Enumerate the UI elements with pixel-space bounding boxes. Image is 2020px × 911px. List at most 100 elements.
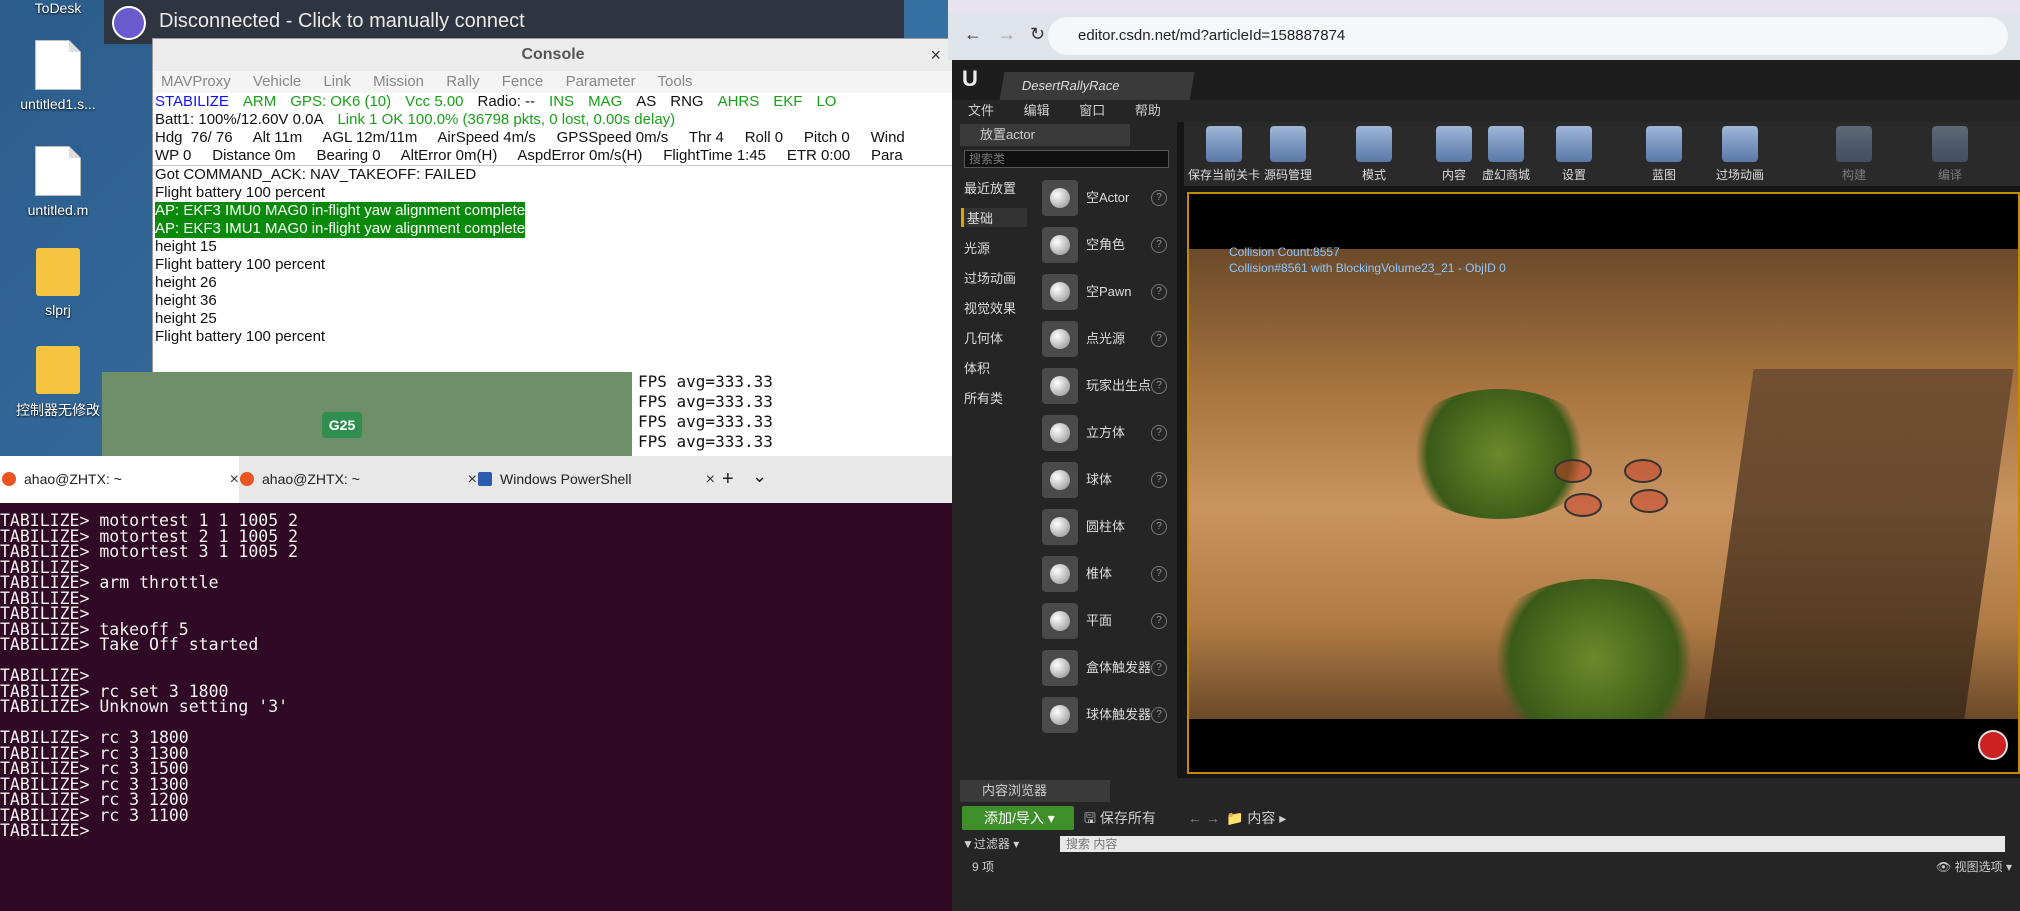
save-all-button[interactable]: 🖫 保存所有 [1084,806,1156,830]
toolbar-button[interactable]: 源码管理 [1248,124,1328,183]
menu-tools[interactable]: Tools [658,73,693,90]
help-icon[interactable]: ? [1151,472,1167,488]
new-tab-button[interactable]: + [722,468,734,491]
class-search-input[interactable]: 搜索类 [964,150,1169,168]
tab-dropdown-button[interactable]: ⌄ [752,466,767,487]
terminal-window[interactable]: ahao@ZHTX: ~ × ahao@ZHTX: ~ × Windows Po… [0,456,952,911]
menu-rally[interactable]: Rally [446,73,479,90]
history-arrows-icon[interactable]: ← → [1188,806,1220,830]
terminal-tab-powershell[interactable]: Windows PowerShell × [476,456,715,503]
help-icon[interactable]: ? [1151,284,1167,300]
drone-model [1554,459,1668,519]
view-options-button[interactable]: 👁 视图选项 ▾ [1936,858,2012,875]
menu-vehicle[interactable]: Vehicle [253,73,301,90]
category-item[interactable]: 光源 [964,238,1024,257]
category-item[interactable]: 几何体 [964,328,1024,347]
category-item[interactable]: 视觉效果 [964,298,1024,317]
actor-item-label: 圆柱体 [1086,519,1126,534]
actor-item[interactable]: 椎体? [1042,552,1177,596]
content-search-input[interactable]: 搜索 内容 [1060,836,2005,852]
log-highlight-text: AP: EKF3 IMU1 MAG0 in-flight yaw alignme… [155,220,526,238]
log-line: height 25 [155,310,953,328]
category-item[interactable]: 最近放置 [964,178,1024,197]
help-icon[interactable]: ? [1151,660,1167,676]
terminal-output[interactable]: TABILIZE> motortest 1 1 1005 2 TABILIZE> … [0,503,952,840]
record-icon[interactable] [1978,730,2008,760]
terminal-tab-2[interactable]: ahao@ZHTX: ~ × [238,456,477,503]
toolbar-button[interactable]: 模式 [1334,124,1414,183]
project-tab[interactable]: DesertRallyRace [999,72,1195,100]
forward-icon[interactable]: → [998,24,1016,45]
actor-item[interactable]: 立方体? [1042,411,1177,455]
desktop-icon-untitled-m[interactable]: untitled.m [8,146,108,218]
category-item[interactable]: 所有类 [964,388,1024,407]
content-browser-tab[interactable]: 内容浏览器 [960,780,1110,802]
toolbar-button[interactable]: 蓝图 [1624,124,1704,183]
actor-item[interactable]: 平面? [1042,599,1177,643]
vpn-status-text[interactable]: Disconnected - Click to manually connect [159,10,525,33]
back-icon[interactable]: ← [964,24,982,45]
help-icon[interactable]: ? [1151,707,1167,723]
category-item[interactable]: 基础 [961,208,1027,227]
menu-parameter[interactable]: Parameter [566,73,636,90]
menu-window[interactable]: 窗口 [1079,103,1105,118]
browser-tab-strip[interactable] [948,0,2020,12]
filter-button[interactable]: ▼过滤器 ▾ [962,834,1019,854]
help-icon[interactable]: ? [1151,519,1167,535]
toolbar-button-label: 过场动画 [1715,168,1764,182]
log-text: height 25 [155,310,217,327]
actor-item[interactable]: 点光源? [1042,317,1177,361]
map-view[interactable]: G25 [102,372,632,456]
actor-item[interactable]: 球体? [1042,458,1177,502]
close-icon[interactable]: × [930,39,941,71]
actor-item[interactable]: 球体触发器? [1042,693,1177,737]
menu-mission[interactable]: Mission [373,73,424,90]
actor-item[interactable]: 玩家出生点? [1042,364,1177,408]
help-icon[interactable]: ? [1151,613,1167,629]
log-line: Got COMMAND_ACK: NAV_TAKEOFF: FAILED [155,166,953,184]
close-icon[interactable]: × [706,456,715,503]
reload-icon[interactable]: ↻ [1030,24,1045,45]
content-browser-panel: 内容浏览器 添加/导入 ▾ 🖫 保存所有 ← → 📁 内容 ▸ ▼过滤器 ▾ 搜… [952,778,2020,911]
actor-item[interactable]: 盒体触发器? [1042,646,1177,690]
desktop-icon-controller[interactable]: 控制器无修改 [8,346,108,420]
menu-file[interactable]: 文件 [968,103,994,118]
help-icon[interactable]: ? [1151,566,1167,582]
toolbar-button-icon [1206,126,1242,162]
terminal-tab-1[interactable]: ahao@ZHTX: ~ × [0,456,239,503]
level-viewport[interactable]: Collision Count:8557 Collision#8561 with… [1187,192,2020,774]
actor-item[interactable]: 空角色? [1042,223,1177,267]
menu-help[interactable]: 帮助 [1135,103,1161,118]
terminal-line: TABILIZE> rc 3 1500 [0,759,189,778]
desktop-icon-label: untitled1.s... [20,96,96,112]
menu-link[interactable]: Link [323,73,351,90]
place-actor-tab[interactable]: 放置actor [960,124,1130,146]
actor-item[interactable]: 空Pawn? [1042,270,1177,314]
content-path-breadcrumb[interactable]: 📁 内容 ▸ [1226,806,1286,830]
toolbar-button[interactable]: 构建 [1814,124,1894,183]
category-item[interactable]: 体积 [964,358,1024,377]
desktop-icon-slprj[interactable]: slprj [8,248,108,318]
address-bar[interactable]: editor.csdn.net/md?articleId=158887874 [1048,17,2008,55]
add-import-button[interactable]: 添加/导入 ▾ [962,806,1074,830]
toolbar-button[interactable]: 编译 [1910,124,1990,183]
category-item[interactable]: 过场动画 [964,268,1024,287]
rotor [1554,459,1592,483]
help-icon[interactable]: ? [1151,237,1167,253]
help-icon[interactable]: ? [1151,190,1167,206]
help-icon[interactable]: ? [1151,425,1167,441]
toolbar-button[interactable]: 过场动画 [1700,124,1780,183]
toolbar-button[interactable]: 设置 [1534,124,1614,183]
desktop-icon-untitled1[interactable]: untitled1.s... [8,40,108,112]
scene-render[interactable] [1189,249,2018,719]
actor-item[interactable]: 圆柱体? [1042,505,1177,549]
toolbar-button-label: 编译 [1937,168,1962,182]
desktop-icon-todesk[interactable]: ToDesk [8,0,108,16]
help-icon[interactable]: ? [1151,331,1167,347]
menu-mavproxy[interactable]: MAVProxy [161,73,231,90]
menu-fence[interactable]: Fence [502,73,544,90]
actor-item[interactable]: 空Actor? [1042,176,1177,220]
help-icon[interactable]: ? [1151,378,1167,394]
actor-item-label: 平面 [1086,613,1113,628]
menu-edit[interactable]: 编辑 [1024,103,1050,118]
